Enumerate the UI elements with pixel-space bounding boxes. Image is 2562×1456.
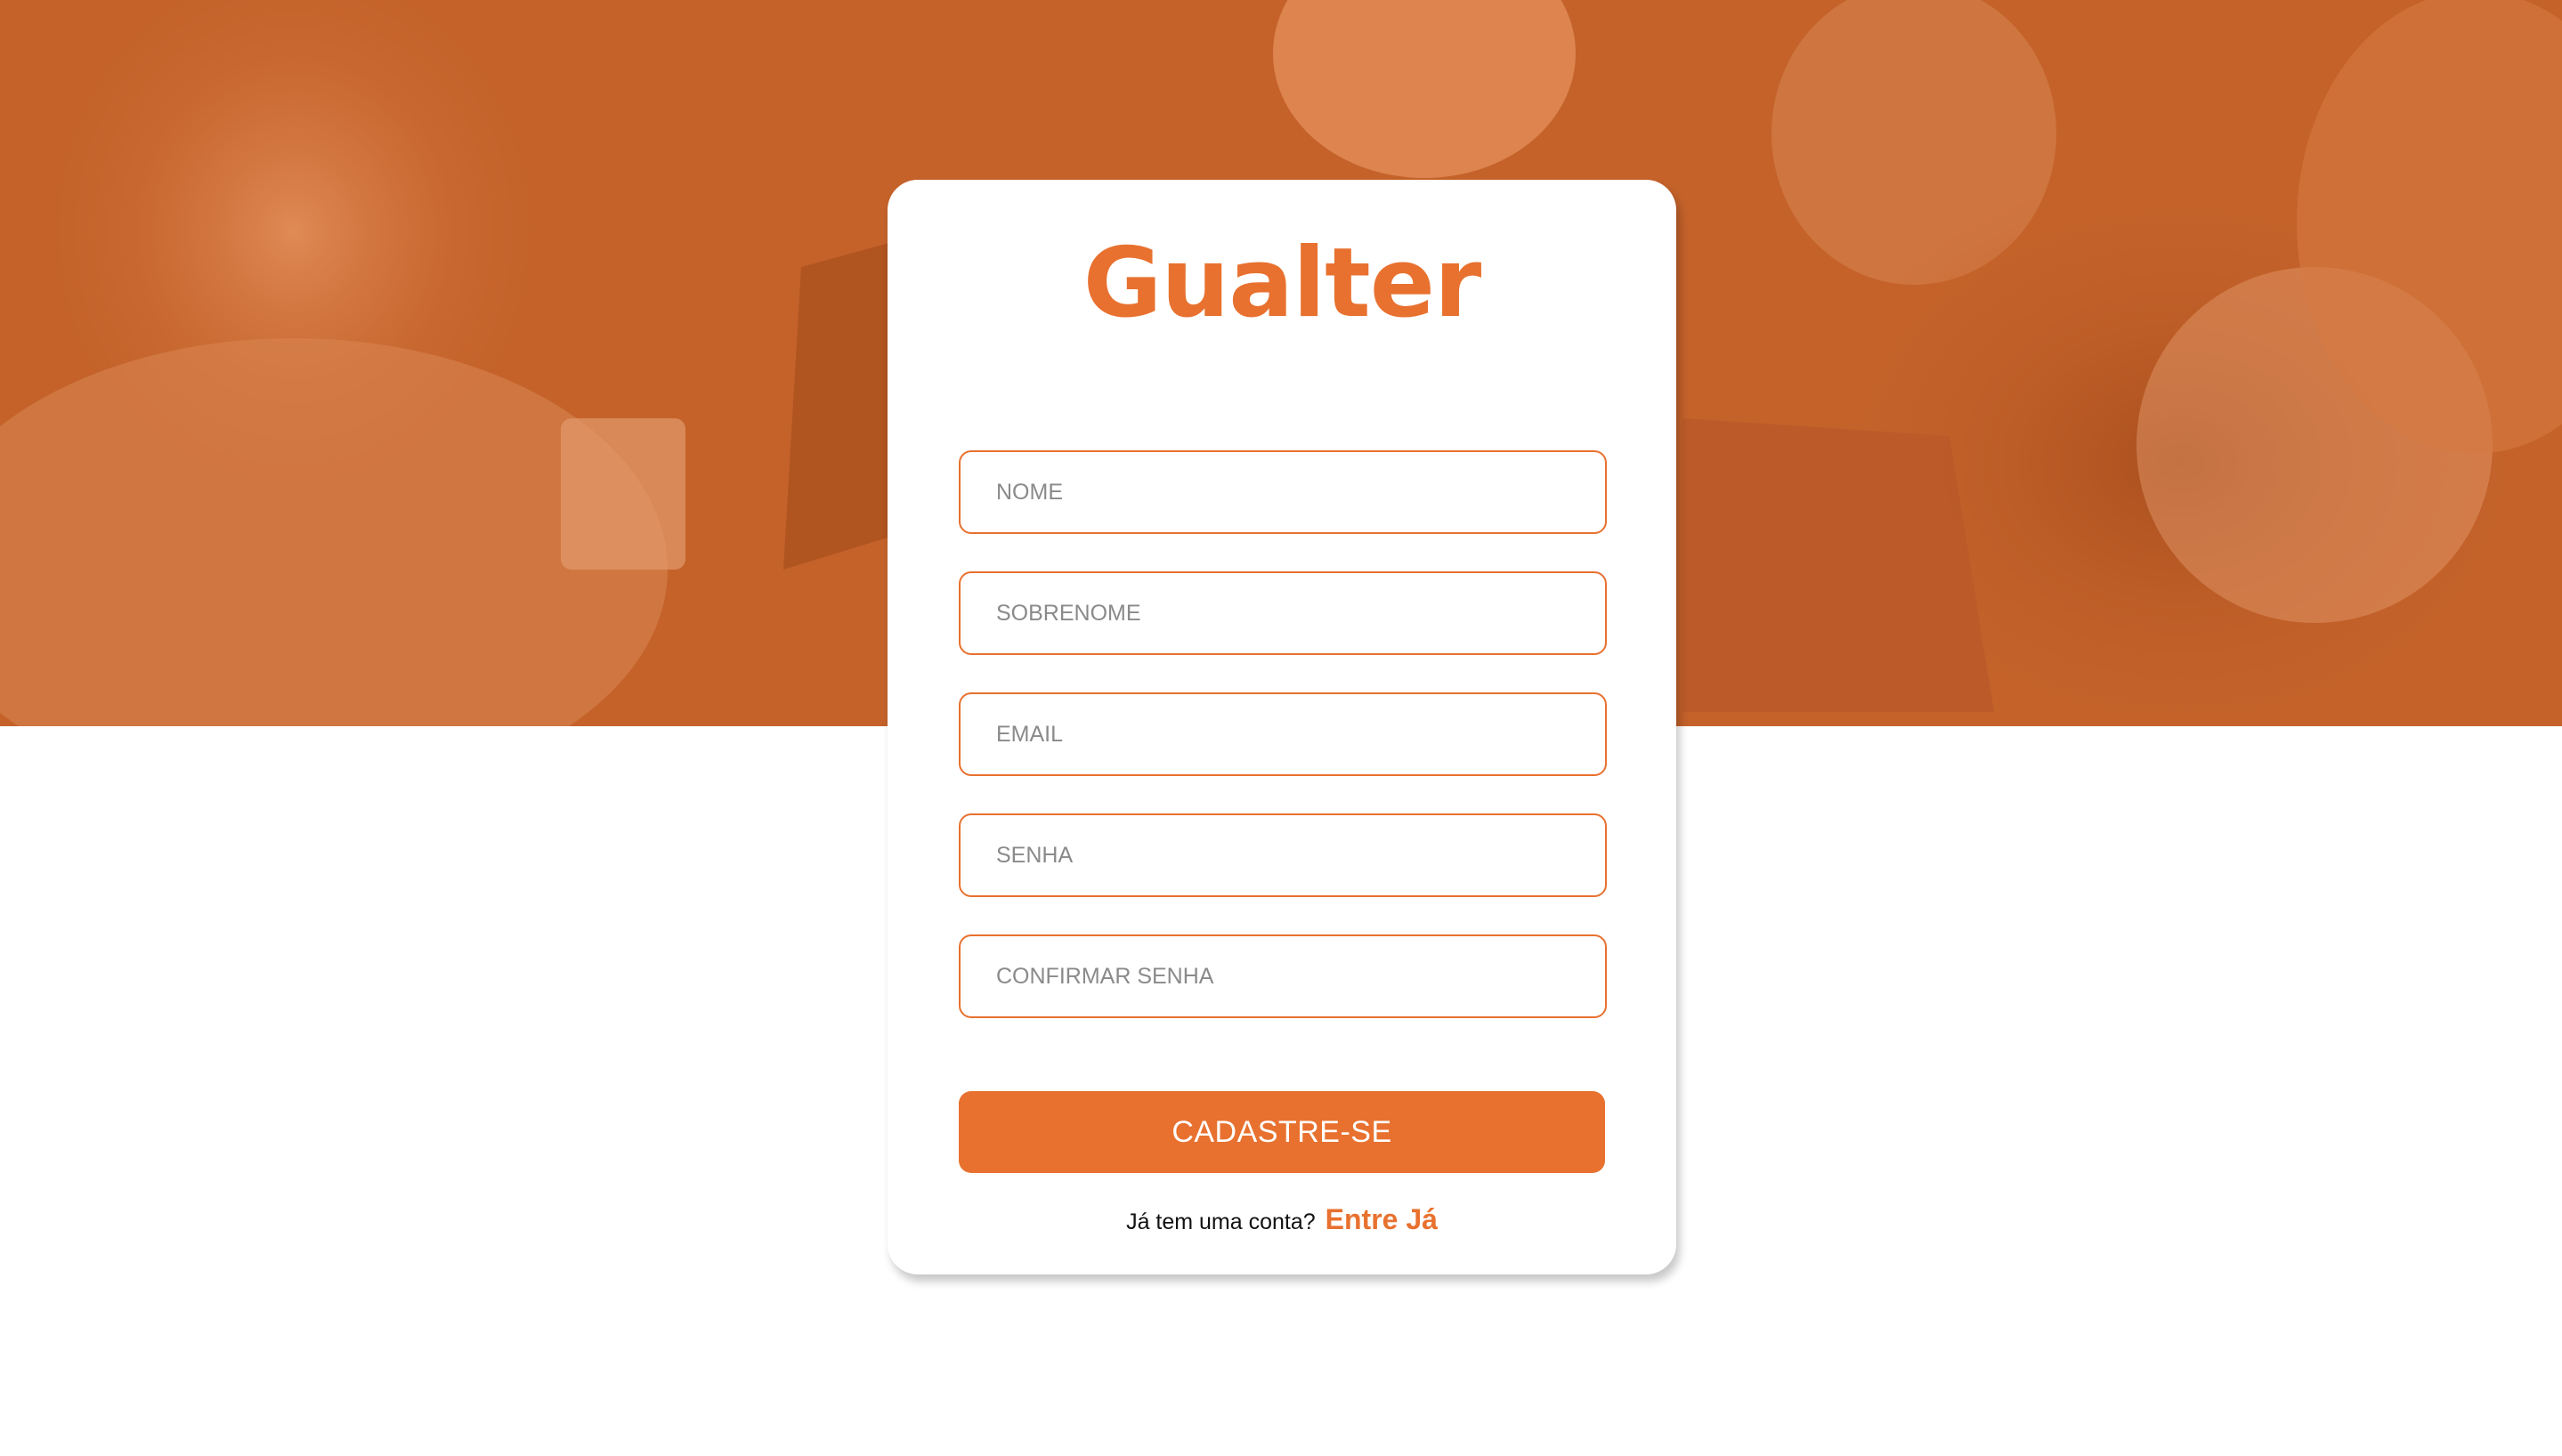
email-input[interactable]	[959, 692, 1607, 776]
login-prompt: Já tem uma conta? Entre Já	[888, 1203, 1676, 1236]
signup-button[interactable]: CADASTRE-SE	[959, 1091, 1605, 1173]
signup-card: Gualter CADASTRE-SE Já tem uma conta? En…	[888, 180, 1676, 1274]
password-input[interactable]	[959, 813, 1607, 897]
login-link[interactable]: Entre Já	[1326, 1203, 1438, 1235]
brand-logo: Gualter	[1082, 228, 1482, 339]
first-name-input[interactable]	[959, 450, 1607, 534]
confirm-password-input[interactable]	[959, 934, 1607, 1018]
login-prompt-text: Já tem uma conta?	[1126, 1209, 1316, 1234]
last-name-input[interactable]	[959, 571, 1607, 655]
